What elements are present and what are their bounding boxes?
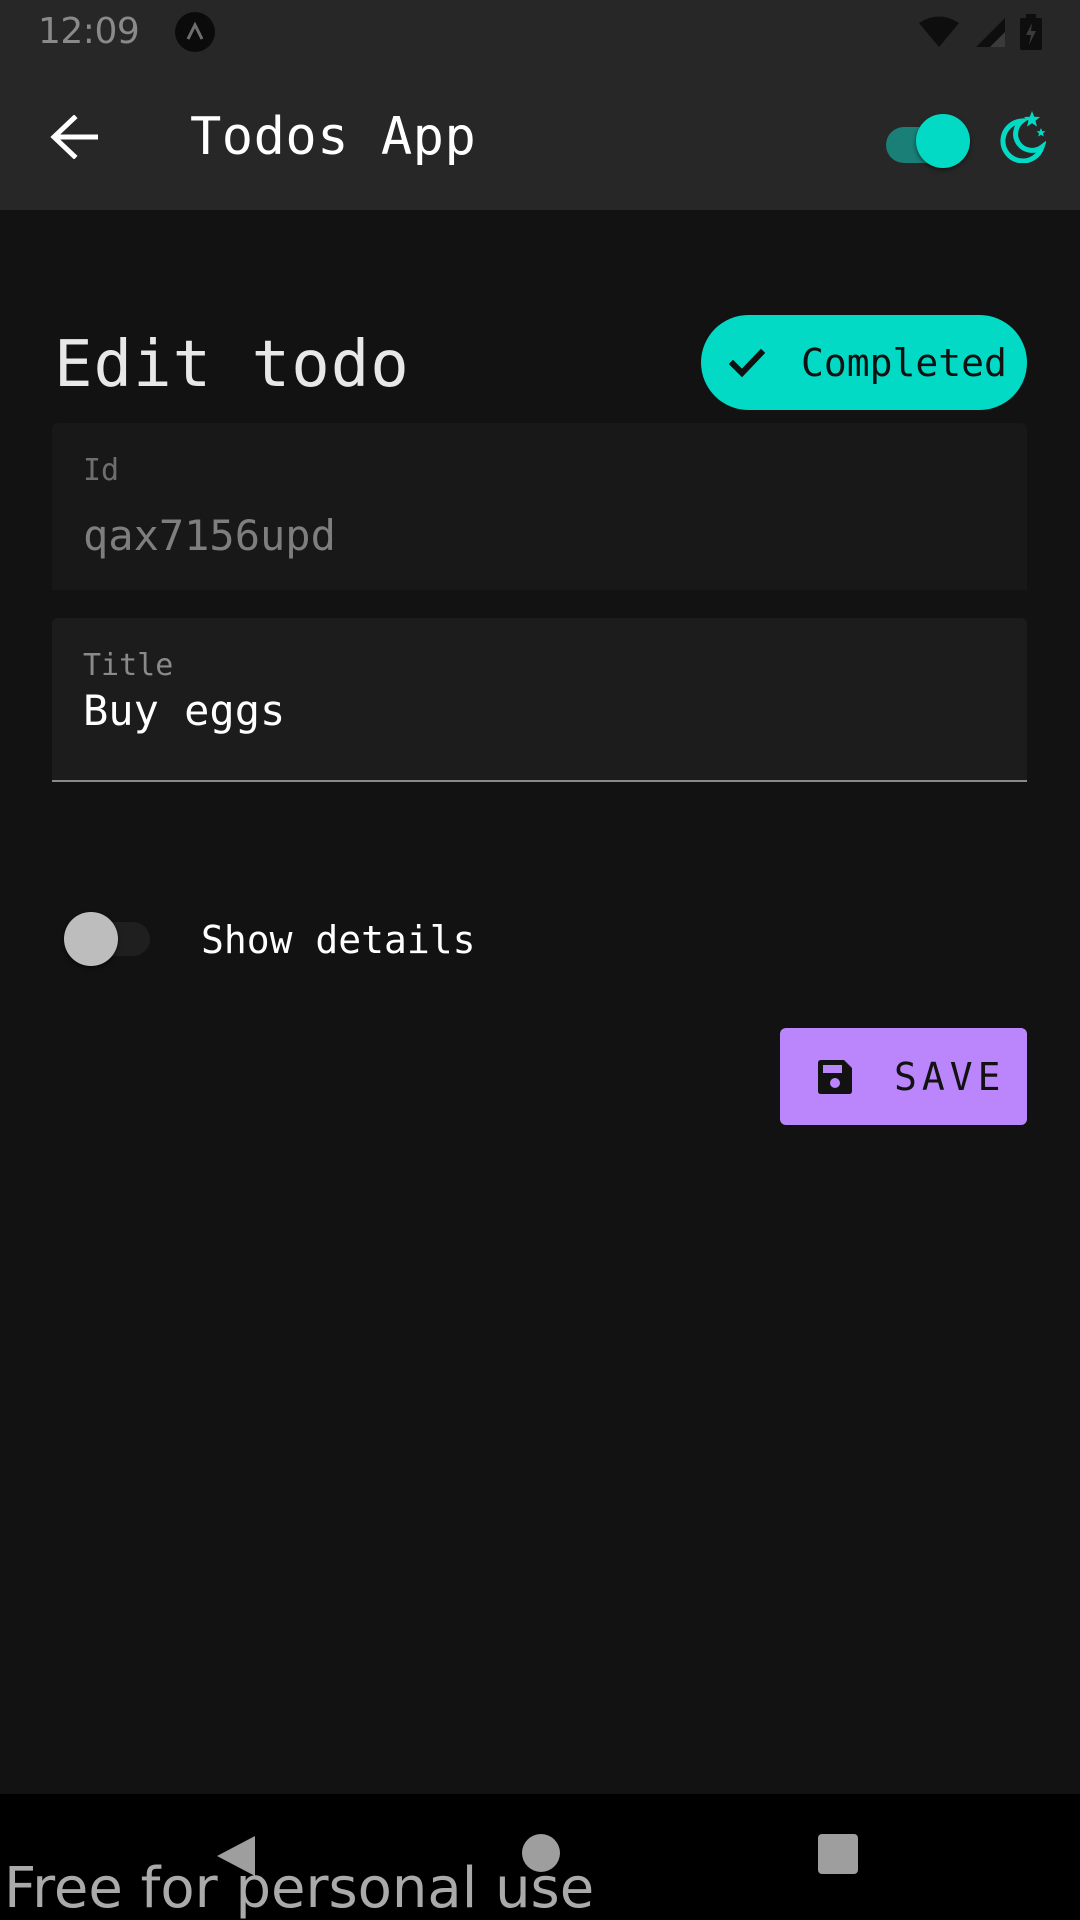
app-bar: Todos App	[0, 63, 1080, 210]
title-field-label: Title	[83, 648, 174, 683]
status-icons	[918, 13, 1042, 50]
show-details-switch[interactable]	[64, 912, 154, 966]
wifi-icon	[919, 16, 959, 47]
check-icon	[729, 348, 765, 377]
status-time: 12:09	[38, 11, 140, 52]
battery-icon	[1020, 13, 1042, 50]
title-input[interactable]	[83, 686, 983, 735]
watermark: Free for personal use	[4, 1856, 595, 1920]
title-field[interactable]: Title	[52, 618, 1027, 782]
save-button[interactable]: SAVE	[780, 1028, 1027, 1125]
status-bar: 12:09	[0, 0, 1080, 63]
signal-icon	[976, 17, 1005, 47]
app-notification-icon	[175, 11, 216, 52]
nav-recents-icon[interactable]	[818, 1834, 858, 1874]
app-title: Todos App	[190, 107, 477, 167]
completed-chip[interactable]: Completed	[701, 315, 1027, 410]
back-button[interactable]	[40, 103, 108, 171]
arrow-back-icon	[50, 115, 98, 159]
page-title: Edit todo	[54, 328, 410, 402]
save-disk-icon	[818, 1059, 852, 1094]
theme-toggle-thumb	[916, 114, 970, 168]
moon-stars-icon[interactable]	[996, 109, 1046, 163]
save-button-label: SAVE	[894, 1054, 1006, 1099]
id-input	[83, 511, 983, 560]
theme-toggle-switch[interactable]	[886, 114, 970, 168]
completed-chip-label: Completed	[801, 340, 1007, 385]
id-field-label: Id	[83, 453, 120, 488]
id-field: Id	[52, 423, 1027, 590]
show-details-label[interactable]: Show details	[201, 918, 476, 962]
show-details-thumb	[64, 912, 118, 966]
